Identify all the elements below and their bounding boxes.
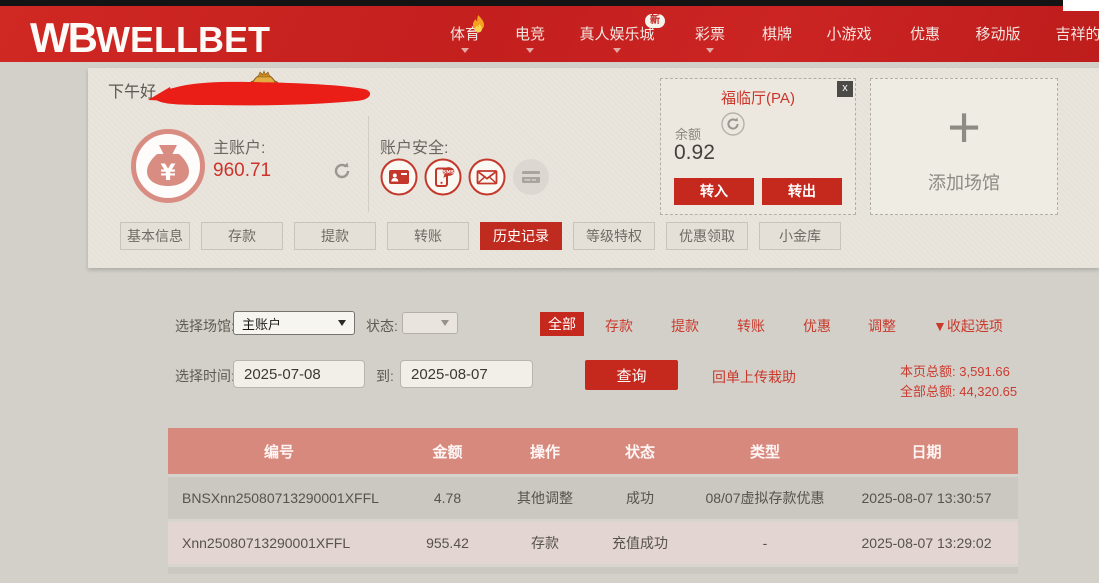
id-card-icon[interactable] bbox=[380, 158, 418, 196]
chevron-down-icon bbox=[706, 48, 714, 53]
cell-id: BNSXnn25080713290001XFFL bbox=[168, 477, 390, 519]
svg-text:¥: ¥ bbox=[160, 161, 176, 186]
venue-card: x 福临厅(PA) 余额 0.92 转入 转出 bbox=[660, 78, 856, 215]
table-header-row: 编号 金额 操作 状态 类型 日期 bbox=[168, 428, 1018, 477]
cell-status: 成功 bbox=[585, 477, 695, 519]
refresh-icon[interactable] bbox=[721, 112, 745, 141]
chevron-down-icon bbox=[461, 48, 469, 53]
redacted-username-scribble bbox=[144, 74, 376, 115]
transfer-in-button[interactable]: 转入 bbox=[674, 178, 754, 205]
col-header-type: 类型 bbox=[695, 428, 835, 474]
corner-white-box bbox=[1063, 0, 1099, 11]
tab-withdraw[interactable]: 提款 bbox=[294, 222, 376, 250]
cell-op: 存款 bbox=[505, 522, 585, 564]
new-badge: 新 bbox=[645, 14, 665, 28]
account-tabs: 基本信息 存款 提款 转账 历史记录 等级特权 优惠领取 小金库 bbox=[120, 222, 841, 250]
venue-select-value: 主账户 bbox=[242, 314, 281, 333]
nav-item-live-casino[interactable]: 真人娱乐城 bbox=[579, 23, 654, 44]
tab-deposit[interactable]: 存款 bbox=[201, 222, 283, 250]
plus-icon: + bbox=[871, 93, 1057, 163]
nav-item-lottery[interactable]: 彩票 bbox=[695, 23, 725, 44]
category-deposit-link[interactable]: 存款 bbox=[605, 316, 633, 336]
table-row: BNSXnn25080713290001XFFL 4.78 其他调整 成功 08… bbox=[168, 477, 1018, 522]
tab-vault[interactable]: 小金库 bbox=[759, 222, 841, 250]
cell-date: 2025-08-07 13:30:57 bbox=[835, 477, 1018, 519]
venue-select[interactable]: 主账户 bbox=[233, 311, 355, 335]
history-table: 编号 金额 操作 状态 类型 日期 BNSXnn25080713290001XF… bbox=[168, 428, 1018, 574]
cell-type: 08/07虚拟存款优惠 bbox=[695, 477, 835, 519]
category-adjust-link[interactable]: 调整 bbox=[868, 316, 896, 336]
col-header-op: 操作 bbox=[505, 428, 585, 474]
main-account-label: 主账户: bbox=[213, 134, 265, 158]
logo-text: WELLBET bbox=[96, 19, 270, 61]
category-promo-link[interactable]: 优惠 bbox=[803, 316, 831, 336]
account-panel: 下午好 ¥ bbox=[88, 68, 1099, 268]
logo-mark: WB bbox=[30, 14, 96, 62]
grand-total: 全部总额: 44,320.65 bbox=[900, 382, 1017, 402]
chevron-down-icon bbox=[526, 48, 534, 53]
fire-icon bbox=[471, 15, 486, 38]
transfer-out-button[interactable]: 转出 bbox=[762, 178, 842, 205]
query-button[interactable]: 查询 bbox=[585, 360, 678, 390]
cell-amount: 955.42 bbox=[390, 522, 505, 564]
cell-id: Xnn25080713290001XFFL bbox=[168, 522, 390, 564]
tab-basic-info[interactable]: 基本信息 bbox=[120, 222, 190, 250]
nav-item-chess[interactable]: 棋牌 bbox=[762, 23, 792, 44]
chevron-down-icon bbox=[613, 48, 621, 53]
refresh-icon[interactable] bbox=[331, 160, 353, 187]
page-total: 本页总额: 3,591.66 bbox=[900, 362, 1017, 382]
nav-item-promos[interactable]: 优惠 bbox=[910, 23, 940, 44]
main-account-balance: 960.71 bbox=[213, 160, 271, 182]
nav-item-minigames[interactable]: 小游戏 bbox=[826, 23, 871, 44]
category-all-button[interactable]: 全部 bbox=[540, 312, 584, 336]
money-bag-icon: ¥ bbox=[130, 128, 206, 209]
add-venue-label: 添加场馆 bbox=[871, 169, 1057, 195]
receipt-upload-link[interactable]: 回单上传栽助 bbox=[712, 367, 796, 387]
tab-transfer[interactable]: 转账 bbox=[387, 222, 469, 250]
date-to-input[interactable] bbox=[400, 360, 533, 388]
main-nav: WBWELLBET 体育 电竞 真人娱乐城 彩票 棋牌 小游戏 优惠 移动版 吉… bbox=[0, 6, 1099, 62]
category-withdraw-link[interactable]: 提款 bbox=[671, 316, 699, 336]
nav-item-lucky[interactable]: 吉祥的 bbox=[1055, 23, 1099, 44]
cell-op: 其他调整 bbox=[505, 477, 585, 519]
collapse-options-link[interactable]: ▼收起选项 bbox=[933, 316, 1003, 336]
bank-card-icon[interactable] bbox=[512, 158, 550, 196]
time-select-label: 选择时间: bbox=[175, 366, 235, 386]
account-security-label: 账户安全: bbox=[380, 134, 448, 158]
venue-title: 福临厅(PA) bbox=[661, 87, 855, 108]
sms-phone-icon[interactable]: SMS bbox=[424, 158, 462, 196]
cell-date: 2025-08-07 13:29:02 bbox=[835, 522, 1018, 564]
category-transfer-link[interactable]: 转账 bbox=[737, 316, 765, 336]
cell-status: 充值成功 bbox=[585, 522, 695, 564]
divider bbox=[368, 116, 369, 212]
add-venue-card[interactable]: + 添加场馆 bbox=[870, 78, 1058, 215]
chevron-down-icon bbox=[338, 320, 346, 326]
cell-amount: 4.78 bbox=[390, 477, 505, 519]
nav-item-esports[interactable]: 电竞 bbox=[515, 23, 545, 44]
svg-text:SMS: SMS bbox=[443, 169, 454, 175]
table-row-partial bbox=[168, 567, 1018, 574]
status-select-label: 状态: bbox=[366, 316, 398, 336]
status-select[interactable] bbox=[402, 312, 458, 334]
to-label: 到: bbox=[376, 366, 394, 386]
venue-select-label: 选择场馆: bbox=[175, 316, 235, 336]
tab-promo-claim[interactable]: 优惠领取 bbox=[666, 222, 748, 250]
col-header-date: 日期 bbox=[835, 428, 1018, 474]
chevron-down-icon bbox=[441, 320, 449, 326]
venue-balance: 0.92 bbox=[674, 141, 715, 165]
mail-icon[interactable] bbox=[468, 158, 506, 196]
tab-history[interactable]: 历史记录 bbox=[480, 222, 562, 250]
col-header-status: 状态 bbox=[585, 428, 695, 474]
date-from-input[interactable] bbox=[233, 360, 365, 388]
col-header-id: 编号 bbox=[168, 428, 390, 474]
table-row: Xnn25080713290001XFFL 955.42 存款 充值成功 - 2… bbox=[168, 522, 1018, 567]
col-header-amount: 金额 bbox=[390, 428, 505, 474]
tab-vip[interactable]: 等级特权 bbox=[573, 222, 655, 250]
cell-type: - bbox=[695, 522, 835, 564]
nav-item-mobile[interactable]: 移动版 bbox=[975, 23, 1020, 44]
page: WBWELLBET 体育 电竞 真人娱乐城 彩票 棋牌 小游戏 优惠 移动版 吉… bbox=[0, 0, 1099, 583]
totals: 本页总额: 3,591.66 全部总额: 44,320.65 bbox=[900, 362, 1017, 402]
logo[interactable]: WBWELLBET bbox=[30, 14, 270, 62]
